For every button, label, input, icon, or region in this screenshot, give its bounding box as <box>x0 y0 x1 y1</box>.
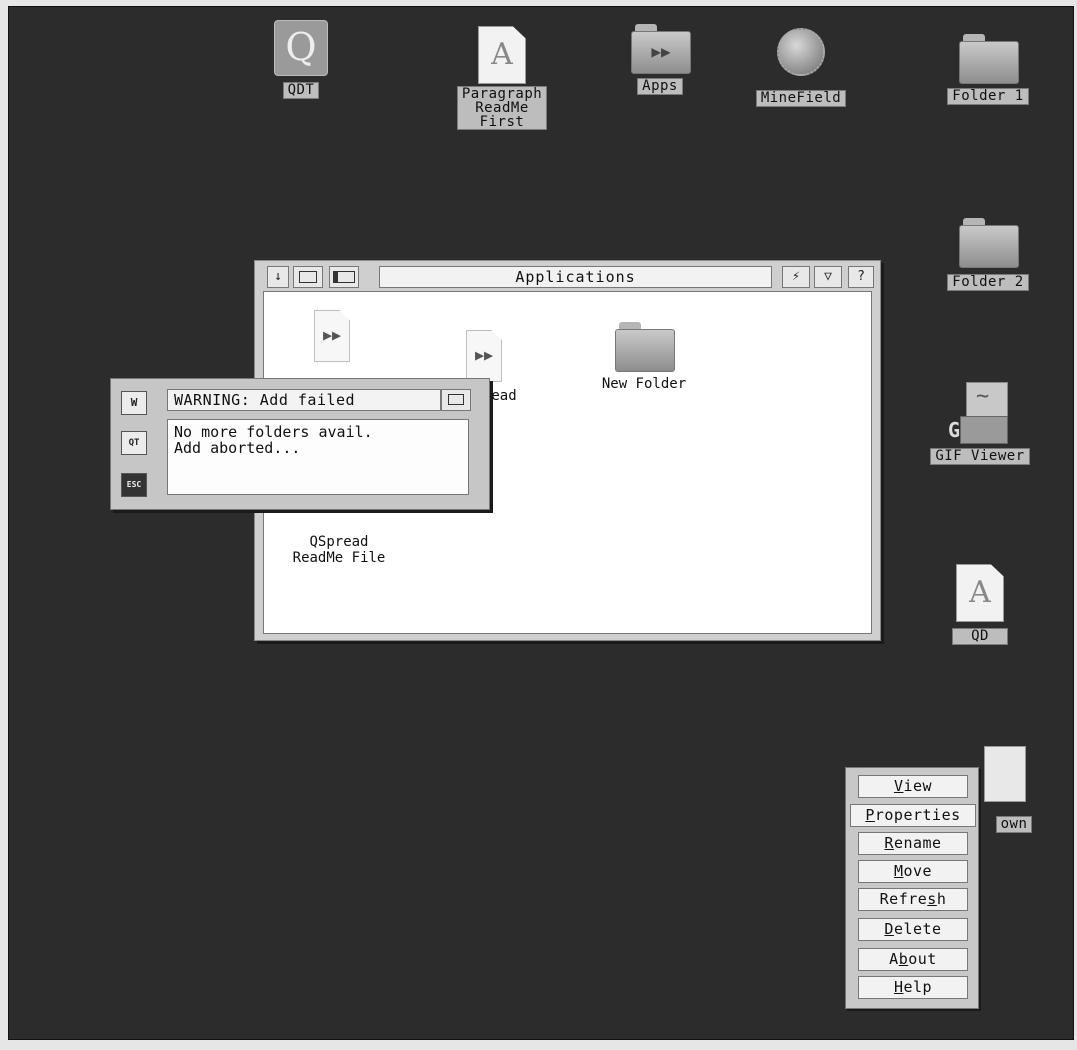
file-icon-app-1[interactable]: ▶▶ <box>302 310 362 362</box>
application-icon: ▶▶ <box>466 330 502 382</box>
resize-icon <box>333 271 355 283</box>
apps-folder-icon: ▶▶ <box>631 24 691 74</box>
desktop-icon-apps[interactable]: ▶▶ Apps <box>620 24 700 95</box>
qt-icon[interactable]: QT <box>121 431 147 455</box>
desktop-icon-label: Paragraph ReadMe First <box>456 86 548 130</box>
file-label: ead <box>491 388 517 404</box>
desktop-icon-label: Folder 2 <box>947 274 1029 291</box>
warning-dialog[interactable]: W QT ESC WARNING: Add failed No more fol… <box>110 378 490 510</box>
down-arrow-icon: ↓ <box>274 269 282 284</box>
desktop-icon-label: MineField <box>755 90 847 107</box>
mine-icon <box>777 28 825 76</box>
desktop-icon-label: QDT <box>282 82 320 99</box>
dialog-message: No more folders avail. Add aborted... <box>167 419 469 495</box>
qdt-app-icon: Q <box>274 20 328 76</box>
menu-item-delete[interactable]: Delete <box>858 918 968 941</box>
document-icon: A <box>478 26 526 84</box>
dialog-message-line: Add aborted... <box>174 439 301 457</box>
folder-icon <box>959 34 1019 84</box>
menu-item-properties[interactable]: Properties <box>850 804 976 827</box>
desktop-icon-label: own <box>995 816 1033 833</box>
desktop-icon-label: QD <box>952 628 1008 645</box>
w-icon[interactable]: W <box>121 391 147 415</box>
folder-icon <box>615 322 675 372</box>
lightning-icon: ⚡ <box>792 269 800 284</box>
menu-item-refresh[interactable]: Refresh <box>858 888 968 911</box>
lightning-button[interactable]: ⚡ <box>782 266 810 288</box>
document-icon <box>984 746 1026 802</box>
file-icon-qspread-readme[interactable]: QSpread ReadMe File <box>284 534 394 566</box>
desktop-icon-folder-2[interactable]: Folder 2 <box>938 218 1038 291</box>
resize-button[interactable] <box>329 266 359 288</box>
dialog-title: WARNING: Add failed <box>167 389 441 411</box>
minimize-button[interactable] <box>293 266 323 288</box>
desktop-icon-paragraph-readme[interactable]: A Paragraph ReadMe First <box>452 26 552 130</box>
file-icon-new-folder[interactable]: New Folder <box>594 322 694 392</box>
window-titlebar: ↓ Applications ⚡ ▽ ? <box>261 266 874 288</box>
help-button[interactable]: ? <box>848 266 874 288</box>
gif-viewer-icon: G ~ <box>948 382 1008 444</box>
sleep-button[interactable]: ▽ <box>814 266 842 288</box>
menu-item-help[interactable]: Help <box>858 976 968 999</box>
desktop-icon-minefield[interactable]: MineField <box>746 28 856 107</box>
file-label: New Folder <box>601 376 687 392</box>
file-label: QSpread ReadMe File <box>292 534 386 566</box>
menu-item-move[interactable]: Move <box>858 860 968 883</box>
desktop-icon-label: GIF Viewer <box>930 448 1030 465</box>
desktop-icon-gif-viewer[interactable]: G ~ GIF Viewer <box>920 382 1040 465</box>
desktop-icon-label: Apps <box>637 78 683 95</box>
menu-item-about[interactable]: About <box>858 948 968 971</box>
desktop-icon-folder-1[interactable]: Folder 1 <box>938 34 1038 105</box>
down-arrow-button[interactable]: ↓ <box>267 266 289 288</box>
desktop-icon-qdt[interactable]: Q QDT <box>253 20 349 99</box>
down-triangle-icon: ▽ <box>824 269 832 284</box>
context-menu: View Properties Rename Move Refresh Dele… <box>845 767 979 1009</box>
desktop-icon-label: Folder 1 <box>947 88 1029 105</box>
dialog-message-line: No more folders avail. <box>174 423 373 441</box>
document-icon: A <box>956 564 1004 622</box>
minimize-icon <box>448 394 464 405</box>
minimize-icon <box>299 271 317 283</box>
application-icon: ▶▶ <box>314 310 350 362</box>
menu-item-view[interactable]: View <box>858 775 968 798</box>
menu-item-rename[interactable]: Rename <box>858 832 968 855</box>
help-icon: ? <box>857 269 865 284</box>
esc-icon[interactable]: ESC <box>121 473 147 497</box>
desktop-icon-qd[interactable]: A QD <box>940 564 1020 645</box>
window-title: Applications <box>379 266 772 288</box>
dialog-minimize-button[interactable] <box>441 389 471 411</box>
folder-icon <box>959 218 1019 268</box>
